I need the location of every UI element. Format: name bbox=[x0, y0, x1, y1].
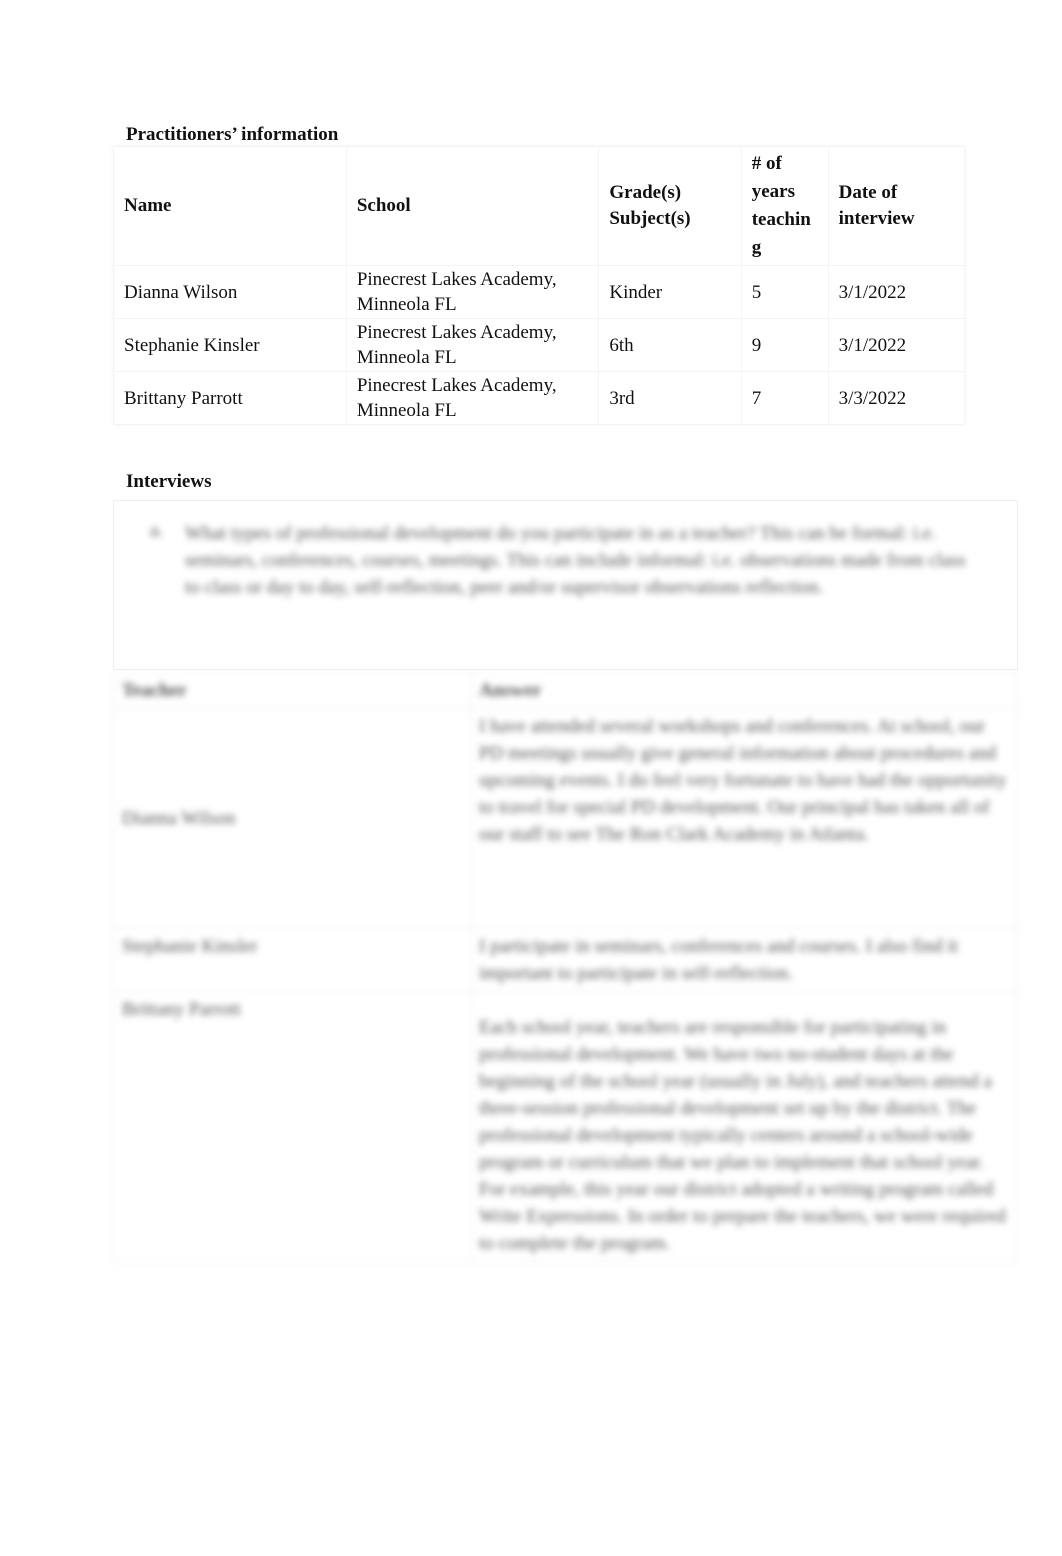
teacher-name: Brittany Parrott bbox=[113, 991, 471, 1262]
cell-date: 3/1/2022 bbox=[827, 318, 966, 372]
interviews-section-title: Interviews bbox=[126, 471, 212, 492]
cell-years: 5 bbox=[740, 265, 829, 319]
cell-years: 9 bbox=[740, 318, 829, 372]
table-row: Brittany Parrott Each school year, teach… bbox=[113, 991, 1018, 1262]
cell-grade: Kinder bbox=[598, 265, 742, 319]
school-line1: Pinecrest Lakes Academy, bbox=[356, 269, 557, 290]
question-text: What types of professional development d… bbox=[185, 523, 966, 598]
teacher-answer: Each school year, teachers are responsib… bbox=[470, 991, 1018, 1262]
header-date: Date of interview bbox=[827, 146, 966, 266]
teacher-name: Stephanie Kinsler bbox=[113, 928, 471, 992]
school-line1: Pinecrest Lakes Academy, bbox=[356, 375, 557, 396]
question-number: a. bbox=[150, 520, 164, 541]
cell-school: Pinecrest Lakes Academy, Minneola FL bbox=[345, 318, 600, 372]
cell-name: Dianna Wilson bbox=[113, 265, 347, 319]
teacher-answer: I have attended several workshops and co… bbox=[470, 708, 1018, 929]
teacher-answer: I participate in seminars, conferences a… bbox=[470, 928, 1018, 992]
school-line2: Minneola FL bbox=[356, 400, 457, 421]
practitioners-section-title: Practitioners’ information bbox=[126, 124, 339, 145]
cell-date: 3/3/2022 bbox=[827, 371, 966, 425]
cell-grade: 6th bbox=[598, 318, 742, 372]
header-answer: Answer bbox=[470, 672, 1018, 709]
cell-name: Stephanie Kinsler bbox=[113, 318, 347, 372]
header-school: School bbox=[345, 146, 600, 266]
practitioners-table: Name School Grade(s) Subject(s) # of yea… bbox=[113, 146, 966, 425]
cell-date: 3/1/2022 bbox=[827, 265, 966, 319]
table-row: Stephanie Kinsler I participate in semin… bbox=[113, 928, 1018, 992]
header-grade-label: Grade(s) Subject(s) bbox=[609, 182, 691, 229]
header-name: Name bbox=[113, 146, 347, 266]
header-years: # of years teachin g bbox=[740, 146, 829, 266]
header-date-label: Date of interview bbox=[838, 182, 915, 229]
table-row: Dianna Wilson I have attended several wo… bbox=[113, 708, 1018, 929]
header-teacher: Teacher bbox=[113, 672, 471, 709]
teacher-name: Dianna Wilson bbox=[113, 708, 471, 929]
responses-header-row: Teacher Answer bbox=[113, 672, 1018, 709]
school-line1: Pinecrest Lakes Academy, bbox=[356, 322, 557, 343]
cell-name: Brittany Parrott bbox=[113, 371, 347, 425]
cell-grade: 3rd bbox=[598, 371, 742, 425]
cell-years: 7 bbox=[740, 371, 829, 425]
responses-table: Teacher Answer Dianna Wilson I have atte… bbox=[113, 672, 1018, 1262]
header-grade: Grade(s) Subject(s) bbox=[598, 146, 742, 266]
school-line2: Minneola FL bbox=[356, 347, 457, 368]
header-years-label: # of years teachin g bbox=[751, 153, 811, 258]
school-line2: Minneola FL bbox=[356, 294, 457, 315]
cell-school: Pinecrest Lakes Academy, Minneola FL bbox=[345, 371, 600, 425]
table-header-row: Name School Grade(s) Subject(s) # of yea… bbox=[113, 146, 966, 266]
table-row: Stephanie Kinsler Pinecrest Lakes Academ… bbox=[113, 318, 966, 372]
cell-school: Pinecrest Lakes Academy, Minneola FL bbox=[345, 265, 600, 319]
table-row: Brittany Parrott Pinecrest Lakes Academy… bbox=[113, 371, 966, 425]
table-row: Dianna Wilson Pinecrest Lakes Academy, Mi… bbox=[113, 265, 966, 319]
